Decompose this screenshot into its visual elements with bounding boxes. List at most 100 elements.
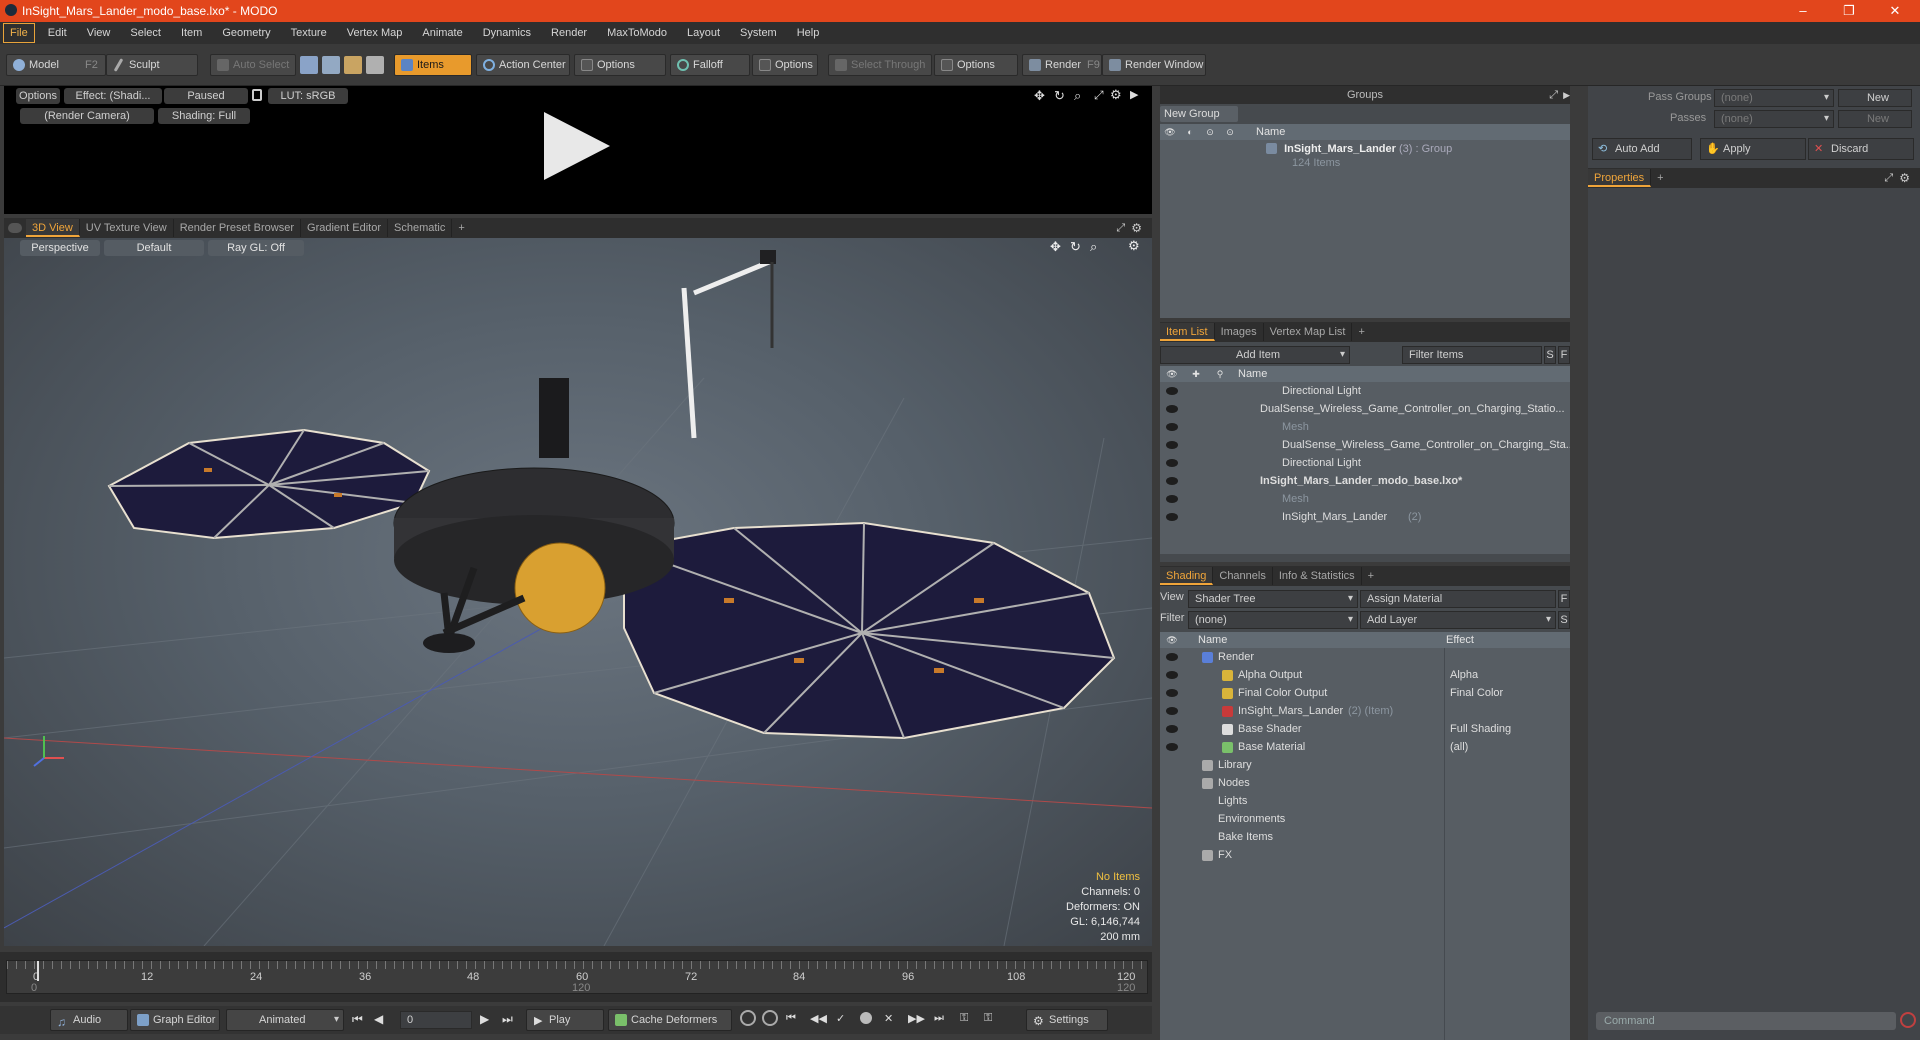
auto-select-button[interactable]: Auto Select: [210, 54, 296, 76]
lock-icon[interactable]: [252, 89, 262, 101]
assign-material-button[interactable]: Assign Material: [1360, 590, 1556, 608]
zoom-icon[interactable]: ⌕: [1074, 88, 1081, 104]
item-list-row[interactable]: Mesh: [1160, 490, 1570, 508]
shader-tree-row-effect[interactable]: Full Shading: [1450, 720, 1511, 738]
shading-s-button[interactable]: S: [1558, 611, 1570, 629]
timeline-track[interactable]: 0 12 24 36 48 60 72 84 96 108 120 0 120 …: [6, 960, 1148, 994]
menu-texture[interactable]: Texture: [281, 22, 337, 44]
render-column-icon[interactable]: ◐: [1180, 124, 1200, 140]
tab-properties[interactable]: Properties: [1588, 169, 1652, 187]
maximize-icon[interactable]: ⤢: [1549, 86, 1558, 104]
cache-deformers-button[interactable]: Cache Deformers: [608, 1009, 732, 1031]
graph-editor-button[interactable]: Graph Editor: [130, 1009, 220, 1031]
step-back-icon[interactable]: ◀: [374, 1012, 383, 1026]
play-button[interactable]: ▶ Play: [526, 1009, 604, 1031]
menu-layout[interactable]: Layout: [677, 22, 730, 44]
item-list-row[interactable]: Mesh: [1160, 418, 1570, 436]
sculpt-mode-button[interactable]: Sculpt: [106, 54, 198, 76]
add-layer-dropdown[interactable]: Add Layer: [1360, 611, 1556, 629]
materials-mode-icon[interactable]: [366, 56, 384, 74]
render-button[interactable]: Render F9: [1022, 54, 1102, 76]
item-list[interactable]: 👁 ✚ ⚲ Name Directional Light DualSense_Wi…: [1160, 366, 1570, 554]
passes-dropdown[interactable]: (none): [1714, 110, 1834, 128]
tab-gradient-editor[interactable]: Gradient Editor: [301, 219, 388, 237]
menu-select[interactable]: Select: [120, 22, 171, 44]
tab-render-preset-browser[interactable]: Render Preset Browser: [174, 219, 302, 237]
frame-input[interactable]: 0: [400, 1011, 472, 1029]
maximize-icon[interactable]: ⤢: [1884, 172, 1893, 185]
rotate-icon[interactable]: ↻: [1054, 88, 1065, 104]
go-end-icon[interactable]: ⏭: [502, 1012, 513, 1027]
render-window-button[interactable]: Render Window: [1102, 54, 1206, 76]
effect-dropdown[interactable]: Effect: (Shadi...: [64, 88, 162, 104]
render-column-icon[interactable]: ⚲: [1208, 366, 1232, 382]
eye-column-icon[interactable]: 👁: [1160, 632, 1184, 648]
play-icon[interactable]: [544, 112, 610, 180]
shader-tree-row-effect[interactable]: Alpha: [1450, 666, 1478, 684]
eye-icon[interactable]: [1166, 495, 1178, 503]
eye-icon[interactable]: [1166, 689, 1178, 697]
new-pass-group-button[interactable]: New: [1838, 89, 1912, 107]
eye-icon[interactable]: [1166, 441, 1178, 449]
tab-schematic[interactable]: Schematic: [388, 219, 453, 237]
view-dropdown[interactable]: Shader Tree: [1188, 590, 1358, 608]
next-key-icon[interactable]: ▶▶: [908, 1012, 925, 1025]
new-pass-button[interactable]: New: [1838, 110, 1912, 128]
gear-icon[interactable]: ⚙: [1131, 221, 1142, 235]
lock-column-icon[interactable]: ⊙: [1200, 124, 1220, 140]
falloff-options-button[interactable]: Options: [752, 54, 818, 76]
add-tab-button[interactable]: +: [452, 219, 470, 237]
eye-icon[interactable]: [1166, 707, 1178, 715]
last-key-icon[interactable]: ⏭: [934, 1012, 944, 1025]
delete-key-icon[interactable]: ✕: [884, 1012, 893, 1025]
groups-list[interactable]: 👁 ◐ ⊙ ⊙ Name InSight_Mars_Lander (3) : G…: [1160, 124, 1570, 318]
group-row[interactable]: InSight_Mars_Lander (3) : Group: [1160, 140, 1570, 158]
3d-viewport[interactable]: Perspective Default Ray GL: Off ✥ ↻ ⌕ ⚙: [4, 238, 1152, 946]
polygons-mode-icon[interactable]: [344, 56, 362, 74]
items-mode-button[interactable]: Items: [394, 54, 472, 76]
auto-key-icon[interactable]: [762, 1010, 778, 1026]
filter-s-button[interactable]: S: [1544, 346, 1556, 364]
menu-animate[interactable]: Animate: [412, 22, 472, 44]
shader-tree-row[interactable]: Base Shader Full Shading: [1160, 720, 1570, 738]
eye-icon[interactable]: [1166, 405, 1178, 413]
filter-dropdown[interactable]: (none): [1188, 611, 1358, 629]
tab-item-list[interactable]: Item List: [1160, 323, 1215, 341]
select-column-icon[interactable]: ⊙: [1220, 124, 1240, 140]
set-key-icon[interactable]: ✓: [836, 1012, 845, 1025]
tab-uv-texture-view[interactable]: UV Texture View: [80, 219, 174, 237]
select-through-options-button[interactable]: Options: [934, 54, 1018, 76]
tab-channels[interactable]: Channels: [1213, 567, 1273, 585]
shader-tree-row[interactable]: Base Material (all): [1160, 738, 1570, 756]
audio-button[interactable]: ♫ Audio: [50, 1009, 128, 1031]
auto-add-button[interactable]: ⟲ Auto Add: [1592, 138, 1692, 160]
add-item-dropdown[interactable]: Add Item: [1160, 346, 1350, 364]
render-preview[interactable]: Options Effect: (Shadi... Paused LUT: sR…: [4, 86, 1152, 214]
shader-tree-row-effect[interactable]: (all): [1450, 738, 1468, 756]
eye-icon[interactable]: [1166, 671, 1178, 679]
record-icon[interactable]: [860, 1012, 872, 1024]
gear-icon[interactable]: ⚙: [1110, 87, 1122, 103]
edges-mode-icon[interactable]: [322, 56, 340, 74]
tab-strip-handle-icon[interactable]: [8, 223, 22, 233]
pass-groups-dropdown[interactable]: (none): [1714, 89, 1834, 107]
add-tab-button[interactable]: +: [1651, 169, 1669, 187]
action-center-options-button[interactable]: Options: [574, 54, 666, 76]
tab-images[interactable]: Images: [1215, 323, 1264, 341]
add-tab-button[interactable]: +: [1352, 323, 1370, 341]
menu-render[interactable]: Render: [541, 22, 597, 44]
discard-button[interactable]: ✕ Discard: [1808, 138, 1914, 160]
arrow-right-icon[interactable]: ▶: [1563, 86, 1570, 104]
eye-icon[interactable]: [1166, 459, 1178, 467]
item-list-row[interactable]: DualSense_Wireless_Game_Controller_on_Ch…: [1160, 400, 1570, 418]
shader-tree-row[interactable]: Bake Items: [1160, 828, 1570, 846]
eye-icon[interactable]: [1166, 423, 1178, 431]
menu-system[interactable]: System: [730, 22, 787, 44]
prev-key-icon[interactable]: ⏮: [786, 1012, 796, 1025]
eye-icon[interactable]: [1166, 477, 1178, 485]
menu-item[interactable]: Item: [171, 22, 212, 44]
maximize-icon[interactable]: ⤢: [1116, 222, 1125, 235]
shader-tree-row[interactable]: InSight_Mars_Lander (2) (Item): [1160, 702, 1570, 720]
item-list-row[interactable]: Directional Light: [1160, 454, 1570, 472]
shader-tree-row[interactable]: Final Color Output Final Color: [1160, 684, 1570, 702]
